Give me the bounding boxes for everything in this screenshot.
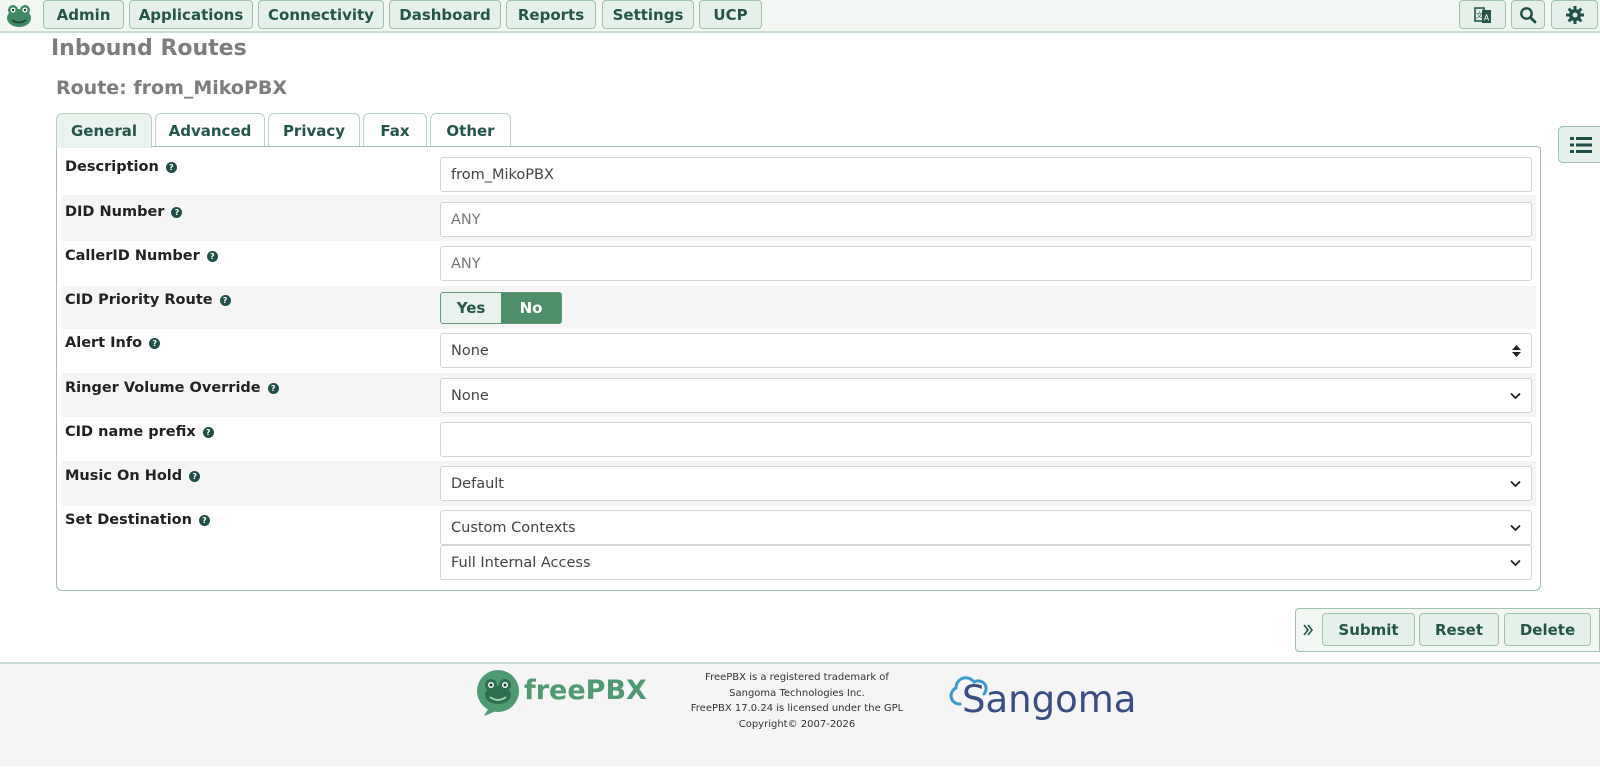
tab-other[interactable]: Other	[430, 113, 511, 147]
chevron-down-icon	[1510, 511, 1521, 544]
freepbx-wordmark: freePBX	[524, 675, 647, 706]
did-number-label-text: DID Number	[65, 204, 165, 220]
did-number-input[interactable]: ANY	[440, 202, 1532, 237]
freepbx-logo-icon	[477, 670, 519, 716]
cid-name-prefix-input[interactable]	[440, 422, 1532, 457]
footer-line: Copyright© 2007-2026	[738, 718, 856, 730]
ringer-volume-value: None	[451, 387, 489, 404]
row-shade-cid-priority	[62, 286, 1536, 329]
alert-info-label: Alert Info ?	[65, 335, 161, 351]
svg-text:A: A	[1483, 13, 1489, 22]
destination-category-select[interactable]: Custom Contexts	[440, 510, 1532, 545]
tab-fax[interactable]: Fax	[363, 113, 427, 147]
sangoma-wordmark: Sangoma	[962, 678, 1137, 721]
sort-caret-icon	[1512, 334, 1521, 367]
set-destination-label-text: Set Destination	[65, 512, 192, 528]
footer-line: FreePBX 17.0.24 is licensed under the GP…	[690, 703, 904, 714]
nav-settings[interactable]: Settings	[602, 0, 694, 29]
tab-privacy[interactable]: Privacy	[268, 113, 360, 147]
cid-priority-no-option[interactable]: No	[501, 293, 561, 323]
nav-reports[interactable]: Reports	[506, 0, 596, 29]
ringer-volume-select[interactable]: None	[440, 378, 1532, 413]
footer-legal-text: FreePBX is a registered trademark of San…	[679, 670, 915, 732]
destination-target-select[interactable]: Full Internal Access	[440, 545, 1532, 580]
nav-applications[interactable]: Applications	[129, 0, 253, 29]
destination-target-value: Full Internal Access	[451, 554, 591, 571]
nav-ucp[interactable]: UCP	[699, 0, 762, 29]
list-icon	[1570, 136, 1592, 153]
music-on-hold-value: Default	[451, 475, 504, 492]
tab-advanced[interactable]: Advanced	[155, 113, 265, 147]
submit-button[interactable]: Submit	[1322, 613, 1415, 646]
svg-text:文: 文	[1476, 10, 1483, 19]
music-on-hold-label: Music On Hold ?	[65, 468, 201, 484]
gear-icon	[1565, 5, 1584, 24]
language-icon: A 文	[1473, 6, 1491, 23]
cid-priority-route-label: CID Priority Route ?	[65, 292, 231, 308]
freepbx-frog-icon[interactable]	[5, 3, 33, 29]
page-title: Inbound Routes	[51, 36, 247, 61]
description-label: Description ?	[65, 159, 177, 175]
cid-priority-yes-option[interactable]: Yes	[441, 293, 501, 323]
set-destination-label: Set Destination ?	[65, 512, 210, 528]
action-bar: Submit Reset Delete	[1295, 608, 1600, 652]
description-label-text: Description	[65, 159, 159, 175]
search-icon	[1520, 6, 1537, 23]
settings-button[interactable]	[1551, 0, 1598, 29]
top-navbar: Admin Applications Connectivity Dashboar…	[0, 0, 1600, 33]
music-on-hold-select[interactable]: Default	[440, 466, 1532, 501]
chevron-down-icon	[1510, 379, 1521, 412]
delete-button[interactable]: Delete	[1504, 613, 1591, 646]
alert-info-select[interactable]: None	[440, 333, 1532, 368]
chevron-down-icon	[1510, 546, 1521, 579]
description-input[interactable]: from_MikoPBX	[440, 157, 1532, 192]
help-icon[interactable]: ?	[267, 382, 279, 394]
ringer-volume-label: Ringer Volume Override ?	[65, 380, 279, 396]
nav-admin[interactable]: Admin	[43, 0, 124, 29]
tab-general[interactable]: General	[56, 113, 152, 148]
help-icon[interactable]: ?	[171, 206, 183, 218]
help-icon[interactable]: ?	[149, 337, 161, 349]
help-icon[interactable]: ?	[189, 470, 201, 482]
route-title: Route: from_MikoPBX	[56, 77, 288, 99]
help-icon[interactable]: ?	[165, 161, 177, 173]
ringer-volume-label-text: Ringer Volume Override	[65, 380, 261, 396]
language-button[interactable]: A 文	[1459, 0, 1506, 29]
help-icon[interactable]: ?	[198, 514, 210, 526]
cid-priority-route-toggle: Yes No	[440, 292, 562, 324]
music-on-hold-label-text: Music On Hold	[65, 468, 183, 484]
callerid-number-label-text: CallerID Number	[65, 248, 200, 264]
footer-line: FreePBX is a registered trademark of	[705, 672, 889, 683]
double-chevron-right-icon[interactable]	[1303, 622, 1314, 641]
callerid-number-label: CallerID Number ?	[65, 248, 218, 264]
reset-button[interactable]: Reset	[1419, 613, 1499, 646]
callerid-number-input[interactable]: ANY	[440, 246, 1532, 281]
did-number-label: DID Number ?	[65, 204, 183, 220]
help-icon[interactable]: ?	[206, 250, 218, 262]
search-button[interactable]	[1511, 0, 1545, 29]
cid-name-prefix-label: CID name prefix ?	[65, 424, 214, 440]
destination-category-value: Custom Contexts	[451, 519, 576, 536]
footer-line: Sangoma Technologies Inc.	[729, 687, 865, 699]
nav-dashboard[interactable]: Dashboard	[389, 0, 501, 29]
help-icon[interactable]: ?	[219, 294, 231, 306]
help-icon[interactable]: ?	[202, 426, 214, 438]
side-list-button[interactable]	[1558, 126, 1600, 163]
cid-name-prefix-label-text: CID name prefix	[65, 424, 196, 440]
nav-connectivity[interactable]: Connectivity	[258, 0, 384, 29]
cid-priority-route-label-text: CID Priority Route	[65, 292, 213, 308]
alert-info-label-text: Alert Info	[65, 335, 143, 351]
chevron-down-icon	[1510, 467, 1521, 500]
alert-info-value: None	[451, 342, 489, 359]
